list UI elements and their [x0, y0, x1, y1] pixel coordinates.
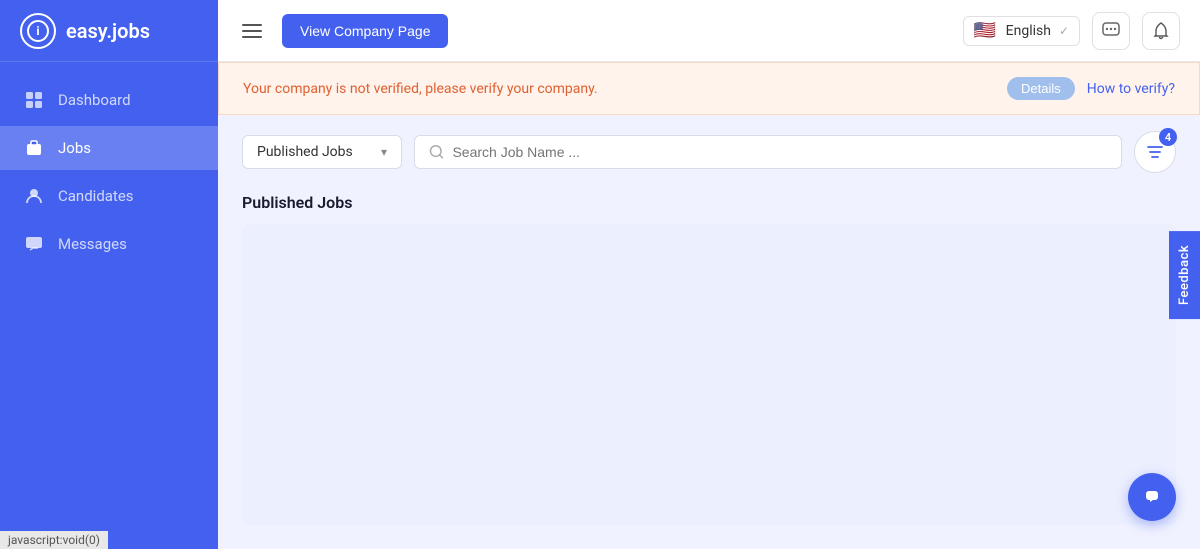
alert-banner: Your company is not verified, please ver… — [218, 62, 1200, 115]
header: View Company Page 🇺🇸 English ✓ — [218, 0, 1200, 62]
jobs-list — [242, 224, 1176, 525]
sidebar-item-label: Candidates — [58, 187, 134, 205]
sidebar-item-label: Dashboard — [58, 91, 131, 109]
app-name: easy.jobs — [66, 19, 150, 43]
feedback-tab[interactable]: Feedback — [1169, 230, 1200, 318]
job-search-box — [414, 135, 1122, 169]
filter-icon — [1146, 145, 1164, 159]
candidates-icon — [24, 186, 44, 206]
check-icon: ✓ — [1059, 24, 1069, 38]
dashboard-icon — [24, 90, 44, 110]
sidebar-item-candidates[interactable]: Candidates — [0, 174, 218, 218]
search-input[interactable] — [452, 144, 1107, 160]
sidebar-navigation: Dashboard Jobs Candidates — [0, 62, 218, 282]
hamburger-button[interactable] — [238, 20, 266, 42]
view-company-button[interactable]: View Company Page — [282, 14, 448, 48]
language-label: English — [1006, 23, 1051, 39]
sidebar-item-label: Jobs — [58, 139, 91, 157]
section-title: Published Jobs — [218, 189, 1200, 224]
status-bar: javascript:void(0) — [0, 531, 108, 549]
sidebar: i easy.jobs Dashboard — [0, 0, 218, 549]
sidebar-logo: i easy.jobs — [0, 0, 218, 62]
filter-badge-button[interactable]: 4 — [1134, 131, 1176, 173]
header-right: 🇺🇸 English ✓ — [963, 12, 1180, 50]
sidebar-item-jobs[interactable]: Jobs — [0, 126, 218, 170]
filter-label: Published Jobs — [257, 144, 353, 160]
notification-bell-button[interactable] — [1142, 12, 1180, 50]
how-to-verify-link[interactable]: How to verify? — [1087, 81, 1175, 97]
chevron-down-icon: ▾ — [381, 145, 387, 159]
main-content: View Company Page 🇺🇸 English ✓ — [218, 0, 1200, 549]
chat-bubble-button[interactable] — [1128, 473, 1176, 521]
job-filter-dropdown[interactable]: Published Jobs ▾ — [242, 135, 402, 169]
sidebar-item-messages[interactable]: Messages — [0, 222, 218, 266]
svg-text:i: i — [36, 24, 39, 38]
filter-count-badge: 4 — [1159, 128, 1177, 146]
messages-icon — [24, 234, 44, 254]
page-content: Your company is not verified, please ver… — [218, 62, 1200, 549]
logo-icon: i — [20, 13, 56, 49]
jobs-toolbar: Published Jobs ▾ 4 — [218, 115, 1200, 189]
alert-actions: Details How to verify? — [1007, 77, 1175, 100]
details-button[interactable]: Details — [1007, 77, 1075, 100]
alert-message: Your company is not verified, please ver… — [243, 81, 598, 97]
sidebar-item-label: Messages — [58, 235, 127, 253]
flag-icon: 🇺🇸 — [974, 23, 998, 39]
header-left: View Company Page — [238, 14, 448, 48]
chat-icon-button[interactable] — [1092, 12, 1130, 50]
jobs-icon — [24, 138, 44, 158]
search-icon — [429, 144, 444, 160]
language-selector[interactable]: 🇺🇸 English ✓ — [963, 16, 1080, 46]
sidebar-item-dashboard[interactable]: Dashboard — [0, 78, 218, 122]
